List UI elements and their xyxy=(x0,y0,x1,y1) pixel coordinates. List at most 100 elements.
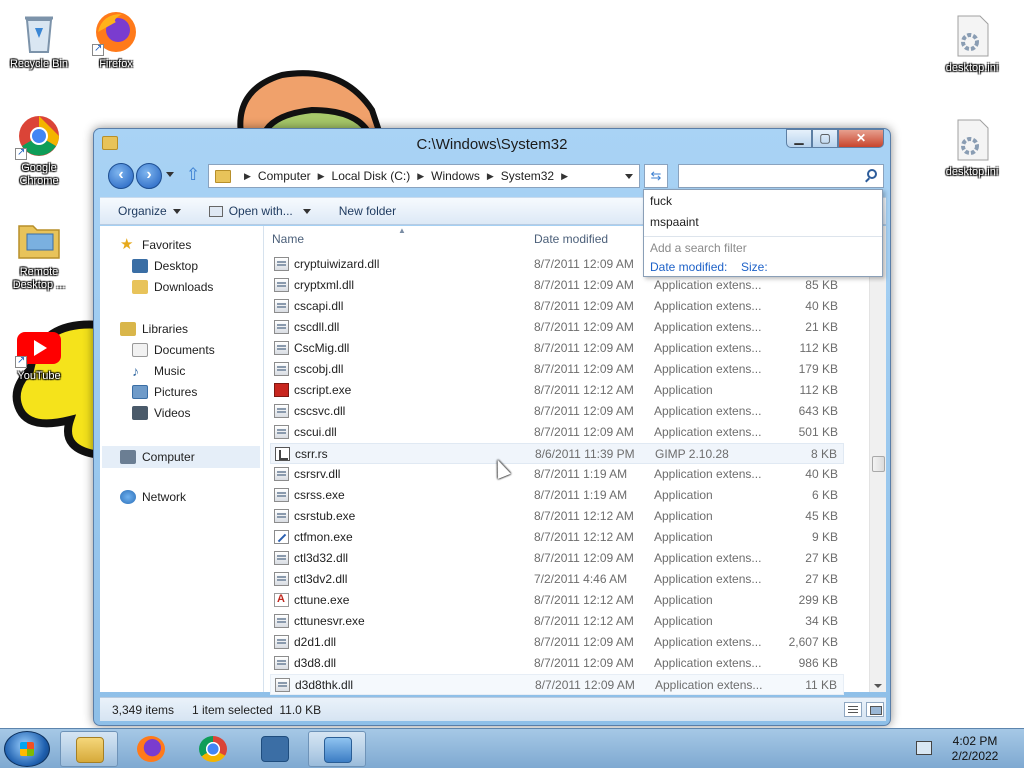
file-row[interactable]: csrss.exe 8/7/2011 1:19 AM Application 6 KB xyxy=(270,485,844,506)
nav-computer-label: Computer xyxy=(142,450,195,464)
videos-icon xyxy=(132,406,148,420)
file-row[interactable]: csrsrv.dll 8/7/2011 1:19 AM Application ex… xyxy=(270,464,844,485)
file-type: Application extens... xyxy=(654,572,762,586)
desktop-icon-desktop-ini-1[interactable]: desktop.ini xyxy=(934,12,1010,75)
file-row[interactable]: csrr.rs 8/6/2011 11:39 PM GIMP 2.10.28 8 KB xyxy=(270,443,844,464)
desktop-icon-remote-desktop[interactable]: Remote Desktop ... xyxy=(1,216,77,292)
nav-downloads[interactable]: Downloads xyxy=(132,280,213,294)
file-row[interactable]: cscsvc.dll 8/7/2011 12:09 AM Application e… xyxy=(270,401,844,422)
up-arrow-icon[interactable]: ⇧ xyxy=(186,165,200,185)
file-row[interactable]: cscapi.dll 8/7/2011 12:09 AM Application e… xyxy=(270,296,844,317)
file-date-modified: 8/7/2011 12:09 AM xyxy=(534,341,634,355)
desktop-icon-recycle-bin[interactable]: Recycle Bin xyxy=(1,8,77,71)
nav-libraries[interactable]: Libraries xyxy=(120,322,188,336)
file-row[interactable]: d3d8thk.dll 8/7/2011 12:09 AM Application … xyxy=(270,674,844,695)
file-row[interactable]: cttunesvr.exe 8/7/2011 12:12 AM Applicatio… xyxy=(270,611,844,632)
sort-ascending-icon: ▲ xyxy=(398,226,406,235)
search-suggestion[interactable]: fuck xyxy=(650,194,672,208)
search-box[interactable] xyxy=(678,164,884,188)
column-header-name[interactable]: Name xyxy=(272,226,304,252)
file-row[interactable]: cttune.exe 8/7/2011 12:12 AM Application 29… xyxy=(270,590,844,611)
file-row[interactable]: d3d8.dll 8/7/2011 12:09 AM Application ext… xyxy=(270,653,844,674)
size-filter-link[interactable]: Size: xyxy=(741,260,768,274)
file-date-modified: 8/7/2011 12:12 AM xyxy=(534,383,634,397)
file-name: cscsvc.dll xyxy=(294,404,346,418)
breadcrumb-computer[interactable]: Computer xyxy=(258,169,311,183)
file-row[interactable]: cscript.exe 8/7/2011 12:12 AM Application 1… xyxy=(270,380,844,401)
nav-pictures[interactable]: Pictures xyxy=(132,385,197,399)
taskbar-control-panel-button[interactable] xyxy=(308,731,366,767)
maximize-button[interactable]: ▢ xyxy=(812,129,838,148)
libraries-icon xyxy=(120,322,136,336)
system-clock[interactable]: 4:02 PM 2/2/2022 xyxy=(940,734,1010,764)
nav-favorites[interactable]: ★ Favorites xyxy=(120,236,191,253)
file-row[interactable]: ctl3dv2.dll 7/2/2011 4:46 AM Application e… xyxy=(270,569,844,590)
start-button[interactable] xyxy=(4,731,50,767)
star-icon: ★ xyxy=(120,236,134,253)
breadcrumb-local-disk[interactable]: Local Disk (C:) xyxy=(332,169,411,183)
taskbar-remote-desktop-button[interactable] xyxy=(246,731,304,767)
file-row[interactable]: cscobj.dll 8/7/2011 12:09 AM Application e… xyxy=(270,359,844,380)
file-row[interactable]: cscui.dll 8/7/2011 12:09 AM Application ex… xyxy=(270,422,844,443)
file-row[interactable]: cryptxml.dll 8/7/2011 12:09 AM Application… xyxy=(270,275,844,296)
breadcrumb-system32[interactable]: System32 xyxy=(501,169,554,183)
organize-label: Organize xyxy=(118,204,167,218)
new-folder-button[interactable]: New folder xyxy=(323,204,408,218)
minimize-button[interactable]: ▁ xyxy=(786,129,812,148)
desktop-icon-youtube[interactable]: YouTube xyxy=(1,328,77,383)
back-button[interactable]: ‹ xyxy=(108,163,134,189)
scrollbar-thumb[interactable] xyxy=(872,456,885,472)
file-size: 112 KB xyxy=(799,341,838,355)
file-size: 34 KB xyxy=(805,614,838,628)
nav-desktop[interactable]: Desktop xyxy=(132,259,198,273)
nav-videos[interactable]: Videos xyxy=(132,406,190,420)
breadcrumb-separator-icon[interactable]: ▶ xyxy=(244,171,251,182)
breadcrumb-separator-icon[interactable]: ▶ xyxy=(561,171,568,182)
file-row[interactable]: d2d1.dll 8/7/2011 12:09 AM Application ext… xyxy=(270,632,844,653)
file-name: csrr.rs xyxy=(295,447,328,461)
file-row[interactable]: cscdll.dll 8/7/2011 12:09 AM Application e… xyxy=(270,317,844,338)
breadcrumb-separator-icon[interactable]: ▶ xyxy=(487,171,494,182)
search-input[interactable] xyxy=(685,166,855,186)
breadcrumb-windows[interactable]: Windows xyxy=(431,169,480,183)
nav-music[interactable]: ♪ Music xyxy=(132,364,185,378)
taskbar-explorer-button[interactable] xyxy=(60,731,118,767)
nav-computer[interactable]: Computer xyxy=(102,446,260,468)
file-row[interactable]: ctfmon.exe 8/7/2011 12:12 AM Application 9 … xyxy=(270,527,844,548)
network-tray-icon[interactable] xyxy=(916,741,932,755)
details-view-button[interactable] xyxy=(844,702,862,717)
taskbar-firefox-button[interactable] xyxy=(122,731,180,767)
desktop-icon-google-chrome[interactable]: Google Chrome xyxy=(1,112,77,188)
address-bar[interactable]: ▶ Computer ▶ Local Disk (C:) ▶ Windows ▶… xyxy=(208,164,640,188)
search-icon[interactable] xyxy=(867,169,877,179)
large-icons-view-button[interactable] xyxy=(866,702,884,717)
breadcrumb-separator-icon[interactable]: ▶ xyxy=(318,171,325,182)
address-history-chevron-down-icon[interactable] xyxy=(625,174,633,179)
file-row[interactable]: CscMig.dll 8/7/2011 12:09 AM Application e… xyxy=(270,338,844,359)
window-titlebar[interactable]: C:\Windows\System32 ▁ ▢ ✕ xyxy=(94,129,890,159)
refresh-button[interactable]: ⇆ xyxy=(644,164,668,188)
taskbar-chrome-button[interactable] xyxy=(184,731,242,767)
column-header-date[interactable]: Date modified xyxy=(534,226,608,252)
firefox-icon xyxy=(137,736,165,762)
scroll-down-arrow-icon[interactable] xyxy=(874,684,882,688)
vertical-scrollbar[interactable] xyxy=(869,226,886,692)
nav-network[interactable]: Network xyxy=(120,490,186,504)
recent-pages-chevron-down-icon[interactable] xyxy=(166,172,174,177)
organize-button[interactable]: Organize xyxy=(100,204,193,218)
file-row[interactable]: csrstub.exe 8/7/2011 12:12 AM Application 4… xyxy=(270,506,844,527)
nav-documents[interactable]: Documents xyxy=(132,343,215,357)
desktop-icon-desktop-ini-2[interactable]: desktop.ini xyxy=(934,116,1010,179)
breadcrumb-separator-icon[interactable]: ▶ xyxy=(417,171,424,182)
desktop-icon-label: desktop.ini xyxy=(945,166,999,178)
search-suggestion[interactable]: mspaaint xyxy=(650,215,699,229)
remote-desktop-icon xyxy=(261,736,289,762)
file-type: Application extens... xyxy=(654,551,762,565)
date-modified-filter-link[interactable]: Date modified: xyxy=(650,260,727,274)
file-row[interactable]: ctl3d32.dll 8/7/2011 12:09 AM Application … xyxy=(270,548,844,569)
desktop-icon-firefox[interactable]: Firefox xyxy=(78,8,154,71)
file-date-modified: 8/7/2011 12:09 AM xyxy=(534,404,634,418)
close-button[interactable]: ✕ xyxy=(838,129,884,148)
open-with-button[interactable]: Open with... xyxy=(193,204,323,218)
forward-button[interactable]: › xyxy=(136,163,162,189)
